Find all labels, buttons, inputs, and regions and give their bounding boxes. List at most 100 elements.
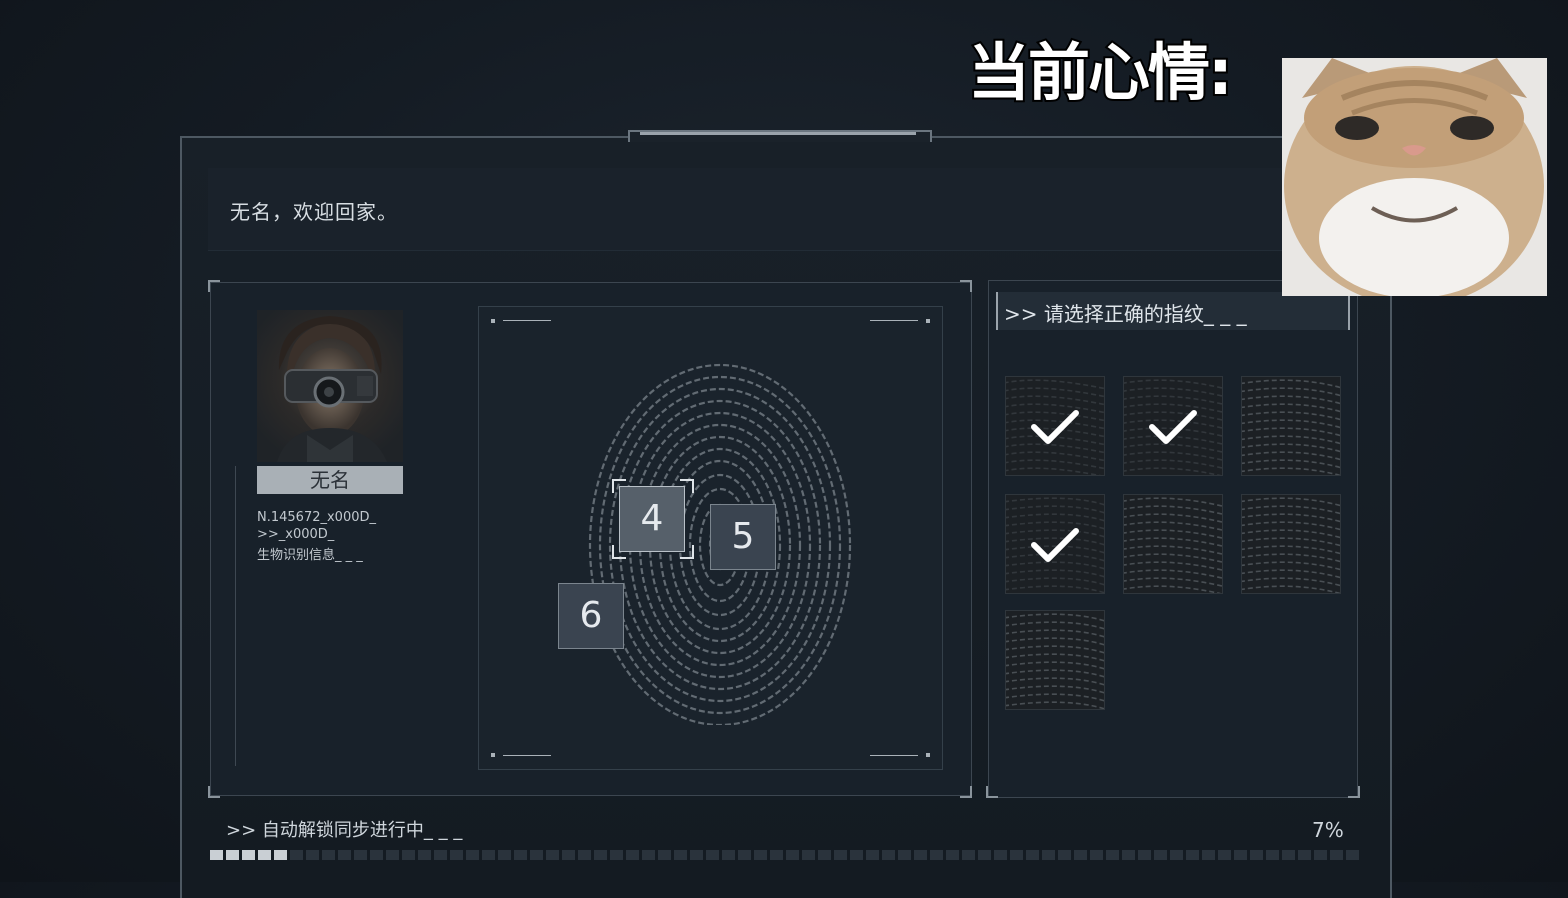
profile-code: >>_x000D_ (257, 527, 335, 542)
progress-segment (1314, 850, 1327, 860)
progress-segment (626, 850, 639, 860)
fingerprint-option-tile[interactable] (1005, 376, 1105, 476)
progress-segment (754, 850, 767, 860)
progress-segment (1170, 850, 1183, 860)
progress-segment (1010, 850, 1023, 860)
progress-segment (562, 850, 575, 860)
panel-corner (986, 786, 998, 798)
progress-segment (402, 850, 415, 860)
selection-bracket (612, 479, 626, 493)
progress-segment (1090, 850, 1103, 860)
progress-segment (1154, 850, 1167, 860)
progress-segment (1282, 850, 1295, 860)
progress-segment (386, 850, 399, 860)
progress-segment (546, 850, 559, 860)
progress-segment (850, 850, 863, 860)
progress-segment (338, 850, 351, 860)
progress-segment (498, 850, 511, 860)
progress-segment (1266, 850, 1279, 860)
panel-corner (1348, 786, 1360, 798)
progress-segment (1330, 850, 1343, 860)
fingerprint-texture-icon (1242, 379, 1340, 475)
progress-segment (690, 850, 703, 860)
progress-segment (514, 850, 527, 860)
scanner-tick (503, 320, 551, 321)
welcome-text: 无名，欢迎回家。 (230, 200, 398, 224)
selection-bracket (612, 545, 626, 559)
progress-segment (706, 850, 719, 860)
progress-segment (210, 850, 223, 860)
progress-segment (770, 850, 783, 860)
cat-reaction-image (1282, 58, 1547, 296)
progress-bar (210, 850, 1359, 862)
panel-corner (208, 786, 220, 798)
progress-segment (306, 850, 319, 860)
progress-segment (1074, 850, 1087, 860)
fingerprint-option-tile[interactable] (1241, 494, 1341, 594)
fingerprint-texture-icon (1006, 613, 1104, 709)
progress-segment (1250, 850, 1263, 860)
progress-segment (370, 850, 383, 860)
progress-segment (658, 850, 671, 860)
fingerprint-texture-icon (1124, 497, 1222, 593)
progress-segment (1106, 850, 1119, 860)
progress-segment (914, 850, 927, 860)
scanner-dot (926, 319, 930, 323)
progress-segment (354, 850, 367, 860)
fingerprint-fragment-4[interactable]: 4 (619, 486, 685, 552)
scanner-tick (870, 755, 918, 756)
profile-id: N.145672_x000D_ (257, 510, 376, 525)
progress-segment (322, 850, 335, 860)
progress-segment (994, 850, 1007, 860)
progress-segment (1186, 850, 1199, 860)
scanner-tick (503, 755, 551, 756)
scanner-dot (926, 753, 930, 757)
profile-bio-label: 生物识别信息_ _ _ (257, 548, 363, 563)
progress-segment (882, 850, 895, 860)
divider-line (235, 466, 236, 766)
progress-percent: 7% (1312, 818, 1344, 842)
profile-name: 无名 (257, 466, 403, 494)
checkmark-icon (1031, 528, 1079, 562)
progress-segment (466, 850, 479, 860)
progress-segment (930, 850, 943, 860)
fingerprint-option-tile[interactable] (1123, 494, 1223, 594)
character-portrait-icon (277, 316, 387, 462)
progress-segment (242, 850, 255, 860)
panel-corner (960, 280, 972, 292)
fingerprint-texture-icon (1242, 497, 1340, 593)
scanner-dot (491, 319, 495, 323)
progress-segment (674, 850, 687, 860)
selection-prompt: >> 请选择正确的指纹_ _ _ (1004, 302, 1247, 326)
panel-corner (208, 280, 220, 292)
progress-segment (226, 850, 239, 860)
progress-segment (802, 850, 815, 860)
progress-segment (1346, 850, 1359, 860)
fingerprint-fragment-5[interactable]: 5 (710, 504, 776, 570)
progress-segment (1138, 850, 1151, 860)
fingerprint-option-tile[interactable] (1005, 494, 1105, 594)
frame-top-tab-highlight (640, 132, 916, 135)
panel-corner (960, 786, 972, 798)
progress-segment (1122, 850, 1135, 860)
fingerprint-option-tile[interactable] (1241, 376, 1341, 476)
progress-segment (482, 850, 495, 860)
progress-segment (946, 850, 959, 860)
progress-segment (418, 850, 431, 860)
progress-segment (1026, 850, 1039, 860)
progress-segment (1298, 850, 1311, 860)
progress-segment (834, 850, 847, 860)
fingerprint-option-tile[interactable] (1005, 610, 1105, 710)
progress-segment (898, 850, 911, 860)
fingerprint-option-tile[interactable] (1123, 376, 1223, 476)
scanner-dot (491, 753, 495, 757)
progress-label: >> 自动解锁同步进行中_ _ _ (226, 820, 463, 841)
progress-segment (738, 850, 751, 860)
progress-segment (1234, 850, 1247, 860)
fingerprint-fragment-6[interactable]: 6 (558, 583, 624, 649)
progress-segment (866, 850, 879, 860)
progress-segment (1042, 850, 1055, 860)
progress-segment (450, 850, 463, 860)
checkmark-icon (1149, 410, 1197, 444)
scanner-tick (870, 320, 918, 321)
